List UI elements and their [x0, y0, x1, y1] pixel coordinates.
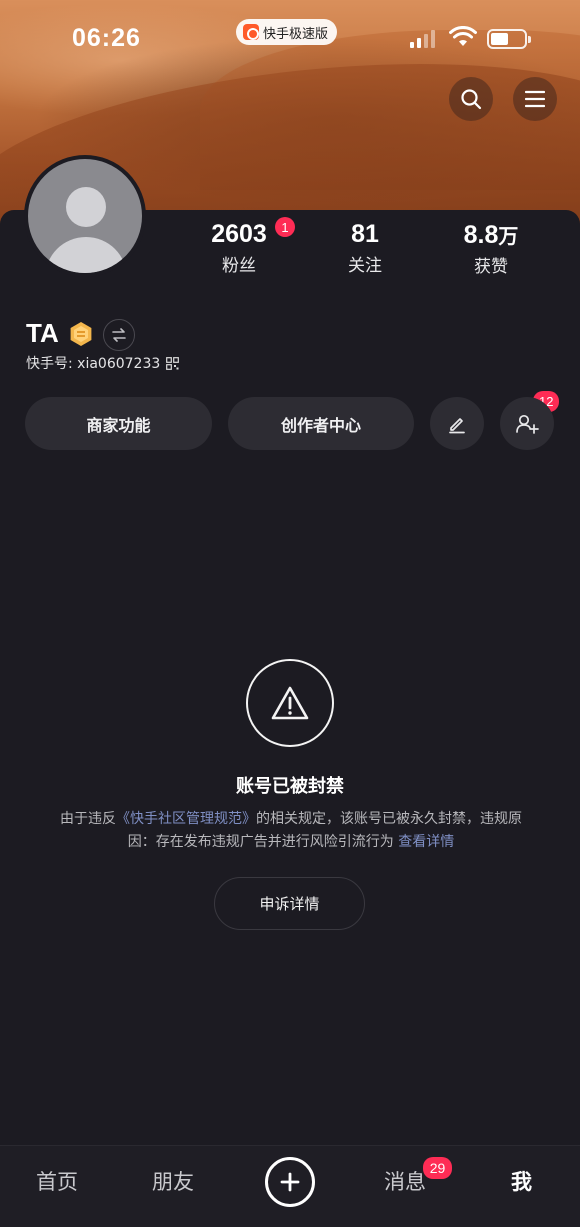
messages-badge: 29	[423, 1157, 452, 1179]
level-badge-icon[interactable]	[68, 321, 94, 347]
stat-value: 2603	[211, 220, 267, 248]
stat-likes[interactable]: 8.8万 获赞	[455, 220, 527, 277]
tab-me[interactable]: 我	[511, 1166, 532, 1196]
ban-desc-prefix: 由于违反	[60, 811, 116, 827]
warning-icon	[271, 686, 309, 720]
add-user-icon	[516, 414, 539, 434]
kuaishou-logo-icon	[243, 24, 259, 40]
stat-value: 81	[351, 220, 379, 248]
bottom-tab-bar: 首页 朋友 消息 29 我	[0, 1145, 580, 1227]
switch-account-button[interactable]	[103, 319, 135, 351]
search-icon	[461, 89, 482, 110]
user-id[interactable]: 快手号: xia0607233	[26, 353, 180, 373]
wifi-icon	[449, 26, 477, 46]
app-indicator-pill[interactable]: 快手极速版	[236, 19, 338, 45]
stat-label: 关注	[348, 256, 382, 276]
create-post-button[interactable]	[265, 1157, 315, 1207]
stat-value: 8.8	[463, 221, 499, 249]
add-friend-button[interactable]	[500, 397, 554, 450]
avatar[interactable]	[24, 155, 146, 277]
status-bar: 06:26 快手极速版	[0, 0, 580, 70]
edit-icon	[449, 417, 465, 433]
edit-profile-button[interactable]	[430, 397, 484, 450]
avatar-placeholder-head	[66, 187, 106, 227]
view-details-link[interactable]: 查看详情	[398, 834, 454, 850]
ban-title: 账号已被封禁	[236, 776, 344, 797]
followers-badge: 1	[275, 217, 295, 237]
plus-icon	[280, 1172, 300, 1192]
ban-description: 由于违反《快手社区管理规范》的相关规定，该账号已被永久封禁，违规原因：存在发布违…	[58, 808, 524, 854]
menu-button[interactable]	[513, 77, 557, 121]
avatar-placeholder-body	[45, 237, 127, 273]
tab-home[interactable]: 首页	[36, 1166, 78, 1196]
appeal-details-button[interactable]: 申诉详情	[214, 877, 365, 930]
stat-label: 获赞	[474, 257, 508, 277]
merchant-functions-button[interactable]: 商家功能	[25, 397, 212, 450]
stat-unit: 万	[498, 224, 519, 248]
stat-following[interactable]: 81 关注	[334, 220, 396, 276]
tab-friends[interactable]: 朋友	[152, 1166, 194, 1196]
tab-messages[interactable]: 消息	[384, 1166, 426, 1196]
profile-name: TA	[26, 318, 59, 348]
app-indicator-label: 快手极速版	[263, 26, 329, 42]
status-time: 06:26	[72, 24, 141, 52]
swap-icon	[112, 328, 126, 342]
signal-icon	[410, 30, 435, 48]
qr-code-icon	[166, 356, 180, 370]
creator-center-button[interactable]: 创作者中心	[228, 397, 414, 450]
stat-followers[interactable]: 2603 粉丝	[203, 220, 275, 276]
battery-icon	[487, 29, 531, 49]
warning-icon-circle	[246, 659, 334, 747]
menu-icon	[525, 90, 545, 108]
stat-label: 粉丝	[222, 256, 256, 276]
user-id-text: 快手号: xia0607233	[26, 356, 161, 372]
community-guidelines-link[interactable]: 《快手社区管理规范》	[116, 811, 256, 827]
search-button[interactable]	[449, 77, 493, 121]
